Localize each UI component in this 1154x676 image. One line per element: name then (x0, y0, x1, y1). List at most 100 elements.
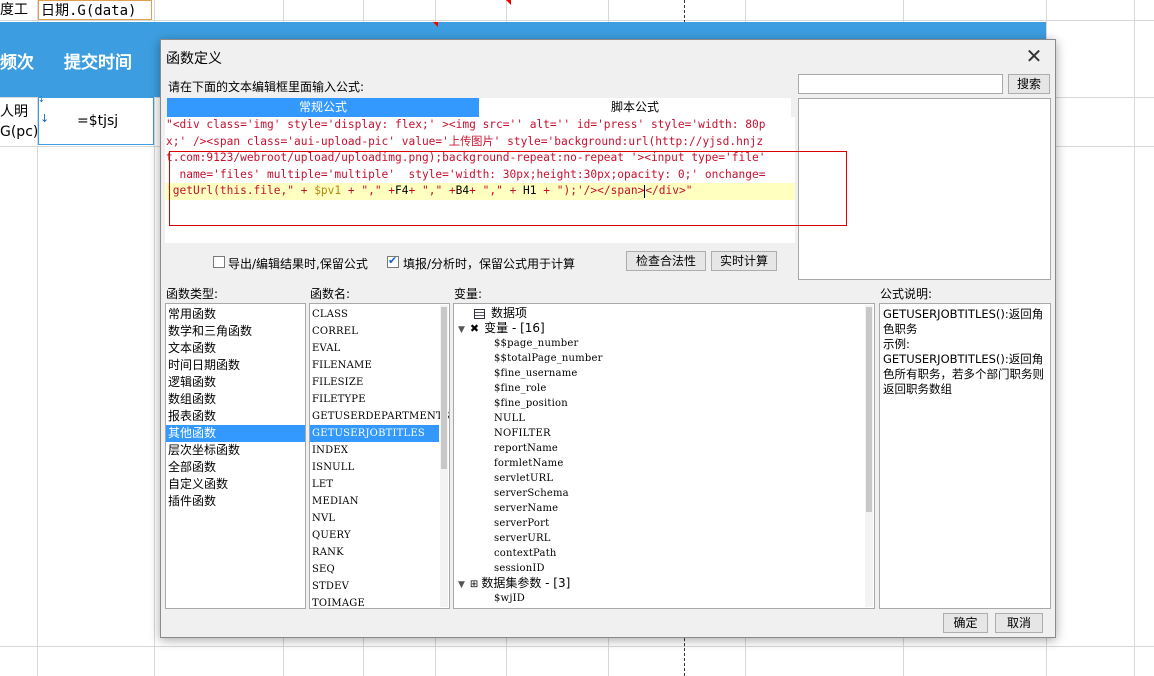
formula-line: x;' /><span class='aui-upload-pic' value… (166, 134, 764, 148)
function-name-item[interactable]: CLASS (310, 306, 449, 323)
cancel-button[interactable]: 取消 (995, 613, 1043, 633)
function-type-item[interactable]: 时间日期函数 (166, 357, 305, 374)
function-name-item[interactable]: RANK (310, 544, 449, 561)
annotation-highlight-box (169, 151, 847, 226)
variable-item[interactable]: $fine_position (454, 396, 874, 411)
function-type-item[interactable]: 逻辑函数 (166, 374, 305, 391)
dialog-title: 函数定义 (166, 51, 222, 67)
function-name-item[interactable]: FILENAME (310, 357, 449, 374)
data-cell-person[interactable]: 人明 G(pc) (0, 102, 38, 142)
dataset-param-icon: ⊞ (469, 579, 479, 590)
function-name-item[interactable]: STDEV (310, 578, 449, 595)
function-name-item[interactable]: EVAL (310, 340, 449, 357)
header-cell-submit-time[interactable]: 提交时间 (64, 48, 132, 73)
function-name-item[interactable]: QUERY (310, 527, 449, 544)
description-label: 公式说明: (880, 287, 933, 301)
function-type-item[interactable]: 数学和三角函数 (166, 323, 305, 340)
header-cell-frequency[interactable]: 频次 (0, 48, 34, 73)
variable-item[interactable]: $$totalPage_number (454, 351, 874, 366)
dataset-param-item[interactable]: $wjID (454, 591, 874, 606)
fill-calc-checkbox[interactable] (387, 254, 399, 268)
check-validity-button[interactable]: 检查合法性 (626, 251, 706, 271)
variable-tree[interactable]: 数据项 ▼ ✖ 变量 - [16] $$page_number $$totalPag… (453, 303, 875, 609)
cell-comment-marker (506, 0, 511, 5)
variable-item[interactable]: sessionID (454, 561, 874, 576)
data-cell-line1: 人明 (0, 104, 28, 120)
function-name-item-selected[interactable]: GETUSERJOBTITLES (310, 425, 439, 442)
function-types-label: 函数类型: (166, 287, 219, 301)
variable-item[interactable]: reportName (454, 441, 874, 456)
variable-item[interactable]: formletName (454, 456, 874, 471)
function-names-label: 函数名: (310, 287, 351, 301)
function-name-item[interactable]: GETUSERDEPARTMENTS (310, 408, 449, 425)
variable-item[interactable]: serverSchema (454, 486, 874, 501)
description-example-label: 示例: (883, 337, 910, 351)
tree-node-data-items[interactable]: 数据项 (454, 306, 874, 321)
tree-node-label: 数据项 (491, 306, 528, 320)
tab-normal-formula[interactable]: 常规公式 (167, 98, 479, 117)
selected-cell-frame (38, 97, 154, 145)
tree-node-label: 变量 - [16] (484, 321, 545, 335)
function-type-item[interactable]: 文本函数 (166, 340, 305, 357)
variable-item[interactable]: contextPath (454, 546, 874, 561)
variable-item[interactable]: serverName (454, 501, 874, 516)
variable-item[interactable]: servletURL (454, 471, 874, 486)
close-icon[interactable]: ✕ (1023, 45, 1045, 67)
ok-button[interactable]: 确定 (943, 613, 988, 633)
function-name-item[interactable]: ISNULL (310, 459, 449, 476)
function-definition-dialog: 函数定义 ✕ 请在下面的文本编辑框里面输入公式: 搜索 常规公式 脚本公式 "<… (160, 39, 1056, 638)
function-name-item[interactable]: CORREL (310, 323, 449, 340)
keep-formula-checkbox[interactable] (213, 256, 225, 268)
variable-item[interactable]: $fine_username (454, 366, 874, 381)
function-name-item[interactable]: MEDIAN (310, 493, 449, 510)
function-name-item[interactable]: INDEX (310, 442, 449, 459)
variable-tree-scrollbar[interactable] (865, 305, 873, 607)
collapse-arrow-icon: ▼ (458, 325, 465, 335)
function-name-item[interactable]: SEQ (310, 561, 449, 578)
sheet-cell-label[interactable]: 度工作 (0, 0, 37, 20)
function-type-item[interactable]: 层次坐标函数 (166, 442, 305, 459)
keep-formula-label: 导出/编辑结果时,保留公式 (228, 257, 368, 271)
tree-node-label: 数据集参数 - [3] (481, 576, 571, 590)
description-panel: GETUSERJOBTITLES():返回角色职务 示例: GETUSERJOB… (879, 303, 1051, 609)
function-type-item[interactable]: 插件函数 (166, 493, 305, 510)
scrollbar-thumb[interactable] (866, 307, 872, 512)
tree-node-dataset-params[interactable]: ▼ ⊞ 数据集参数 - [3] (454, 576, 874, 591)
sheet-cell-formula[interactable]: 日期.G(data) (38, 0, 152, 20)
realtime-calc-button[interactable]: 实时计算 (711, 251, 777, 271)
variable-item[interactable]: $$page_number (454, 336, 874, 351)
function-type-item[interactable]: 自定义函数 (166, 476, 305, 493)
function-name-item[interactable]: LET (310, 476, 449, 493)
function-type-item[interactable]: 数组函数 (166, 391, 305, 408)
search-input[interactable] (798, 74, 1003, 94)
function-name-item[interactable]: FILETYPE (310, 391, 449, 408)
function-name-item[interactable]: NVL (310, 510, 449, 527)
function-type-item[interactable]: 全部函数 (166, 459, 305, 476)
search-button[interactable]: 搜索 (1008, 74, 1050, 94)
description-text: GETUSERJOBTITLES():返回角色职务 (883, 307, 1044, 336)
function-name-list[interactable]: CLASS CORREL EVAL FILENAME FILESIZE FILE… (309, 303, 450, 609)
variable-item[interactable]: $fine_role (454, 381, 874, 396)
tab-script-formula[interactable]: 脚本公式 (479, 98, 791, 117)
fill-calc-label: 填报/分析时，保留公式用于计算 (403, 257, 576, 271)
function-name-item[interactable]: FILESIZE (310, 374, 449, 391)
variables-label: 变量: (454, 287, 483, 301)
variable-item[interactable]: NULL (454, 411, 874, 426)
data-cell-line2: G(pc) (0, 124, 39, 140)
data-table-icon (474, 308, 485, 319)
tree-node-variables[interactable]: ▼ ✖ 变量 - [16] (454, 321, 874, 336)
function-type-item[interactable]: 报表函数 (166, 408, 305, 425)
function-type-list[interactable]: 常用函数 数学和三角函数 文本函数 时间日期函数 逻辑函数 数组函数 报表函数 … (165, 303, 306, 609)
variable-group-icon: ✖ (469, 322, 480, 335)
cell-comment-marker (433, 22, 438, 27)
formula-instruction: 请在下面的文本编辑框里面输入公式: (168, 80, 365, 94)
function-type-item[interactable]: 常用函数 (166, 306, 305, 323)
function-type-item-selected[interactable]: 其他函数 (166, 425, 305, 442)
function-name-item[interactable]: TOIMAGE (310, 595, 449, 608)
variable-item[interactable]: serverURL (454, 531, 874, 546)
formula-line: "<div class='img' style='display: flex;'… (166, 118, 766, 131)
variable-item[interactable]: NOFILTER (454, 426, 874, 441)
function-name-scrollbar[interactable] (440, 305, 448, 607)
variable-item[interactable]: serverPort (454, 516, 874, 531)
scrollbar-thumb[interactable] (441, 307, 447, 469)
